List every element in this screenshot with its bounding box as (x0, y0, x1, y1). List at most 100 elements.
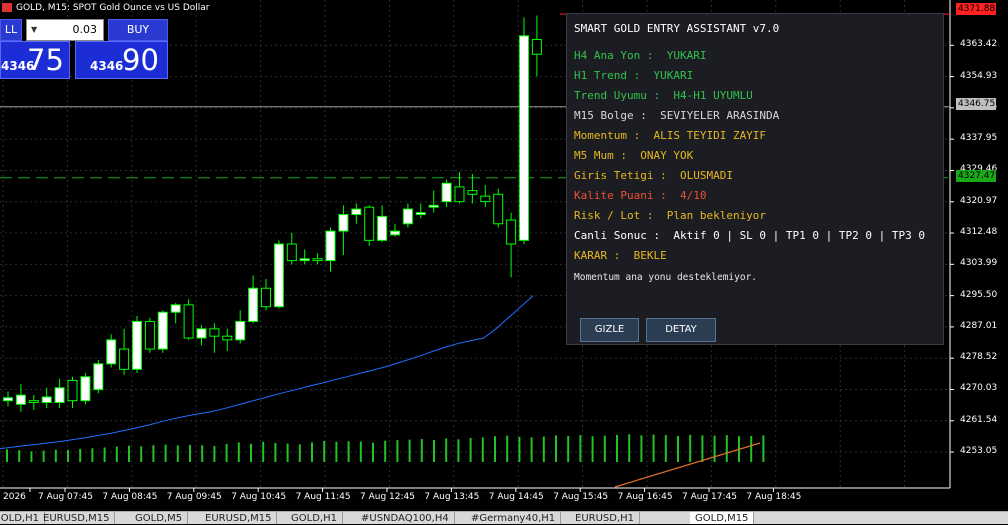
chart-title: GOLD, M15: SPOT Gold Ounce vs US Dollar (0, 0, 210, 16)
detail-button[interactable]: DETAY (646, 318, 716, 342)
buy-button[interactable]: BUY (108, 19, 168, 41)
candle-bullish (351, 208, 362, 216)
candle-bullish (428, 204, 439, 208)
chart-tabs-bar: GOLD,H1EURUSD,M15GOLD,M5EURUSD,M15GOLD,H… (0, 511, 1008, 524)
panel-title: SMART GOLD ENTRY ASSISTANT v7.0 (574, 22, 780, 35)
candle-bearish (493, 193, 504, 225)
row-decision: KARAR : BEKLE (574, 249, 667, 262)
price-axis-label: 4354.93 (960, 70, 998, 81)
price-axis-label: 4337.95 (960, 133, 998, 144)
time-axis-label: 7 Aug 12:45 (360, 492, 415, 502)
candle-bearish (67, 379, 78, 402)
chart-title-text: GOLD, M15: SPOT Gold Ounce vs US Dollar (16, 3, 210, 13)
candle-bearish (480, 195, 491, 203)
candle-bearish (467, 190, 478, 195)
price-axis-label: 4287.01 (960, 320, 998, 331)
time-axis-label: 7 Aug 10:45 (231, 492, 287, 502)
row-h4-direction: H4 Ana Yon : YUKARI (574, 49, 707, 62)
price-axis-label: 4261.54 (960, 414, 998, 425)
row-m15-zone: M15 Bolge : SEVIYELER ARASINDA (574, 109, 780, 122)
lot-size-field[interactable]: ▼ 0.03 (26, 19, 104, 41)
panel-note: Momentum ana yonu desteklemiyor. (574, 272, 758, 283)
candle-bullish (402, 208, 413, 225)
row-trend-alignment: Trend Uyumu : H4-H1 UYUMLU (574, 89, 753, 102)
time-axis-label: 7 Aug 18:45 (746, 492, 802, 502)
smart-gold-assistant-panel: SMART GOLD ENTRY ASSISTANT v7.0 H4 Ana Y… (566, 13, 944, 345)
chart-tab[interactable]: GOLD,H1 (286, 512, 343, 524)
chart-tab[interactable]: GOLD,M5 (130, 512, 189, 524)
chart-tab[interactable]: EURUSD,M15 (200, 512, 278, 524)
candle-bullish (132, 320, 142, 370)
price-axis-label: 4303.99 (960, 258, 998, 269)
lot-size-value: 0.03 (72, 23, 98, 36)
candle-bullish (80, 376, 91, 402)
candle-bearish (454, 186, 465, 203)
candle-bearish (261, 287, 271, 308)
chart-tab[interactable]: #Germany40,H1 (466, 512, 562, 524)
row-momentum: Momentum : ALIS TEYIDI ZAYIF (574, 129, 767, 142)
row-m5-candle: M5 Mum : ONAY YOK (574, 149, 694, 162)
candle-bullish (93, 363, 104, 391)
row-entry-trigger: Giris Tetigi : OLUSMADI (574, 169, 733, 182)
candle-bullish (338, 214, 349, 232)
row-h1-trend: H1 Trend : YUKARI (574, 69, 694, 82)
buy-price-prefix: 4346 (90, 59, 124, 73)
candle-bullish (325, 230, 336, 262)
time-axis-label: 7 Aug 14:45 (488, 492, 544, 502)
time-axis-label: 7 Aug 17:45 (682, 492, 737, 502)
row-quality-score: Kalite Puani : 4/10 (574, 189, 707, 202)
moving-average-line (0, 295, 534, 450)
price-tag-high: 4371.88 (956, 3, 996, 15)
candle-bullish (41, 396, 52, 404)
chart-tab[interactable]: GOLD,M15 (690, 512, 755, 524)
candle-bullish (415, 212, 426, 216)
price-tag-ask: 4346.75 (956, 98, 996, 110)
candle-bullish (106, 339, 117, 365)
time-axis-label: 7 Aug 09:45 (166, 492, 222, 502)
sell-button[interactable]: LL (0, 19, 22, 41)
time-axis-label: 7 Aug 16:45 (617, 492, 673, 502)
time-axis-label: 7 Aug 11:45 (295, 492, 351, 502)
price-axis-label: 4278.52 (960, 352, 998, 363)
chart-tab[interactable]: EURUSD,M15 (38, 512, 116, 524)
candle-bullish (3, 397, 13, 402)
candle-bullish (157, 311, 168, 350)
chart-tab[interactable]: #USNDAQ100,H4 (356, 512, 455, 524)
price-axis-label: 4295.50 (960, 289, 998, 300)
candle-bearish (144, 320, 155, 350)
lot-dropdown-icon[interactable]: ▼ (31, 20, 37, 40)
candle-bearish (531, 38, 542, 55)
time-axis-label: 2026 (3, 492, 26, 502)
time-axis-label: 7 Aug 07:45 (38, 492, 93, 502)
price-axis-label: 4270.03 (960, 383, 998, 394)
candle-bullish (390, 230, 400, 236)
row-risk-lot: Risk / Lot : Plan bekleniyor (574, 209, 767, 222)
candle-bullish (299, 258, 310, 262)
price-axis-label: 4312.48 (960, 227, 998, 238)
buy-price-box[interactable]: 4346 90 (75, 41, 168, 79)
time-axis-label: 7 Aug 08:45 (102, 492, 158, 502)
sell-price-box[interactable]: 4346 75 (0, 41, 70, 79)
candle-bullish (15, 394, 26, 405)
candle-bullish (196, 328, 207, 339)
price-axis-label: 4253.05 (960, 446, 998, 457)
candle-bearish (119, 348, 130, 370)
candle-bullish (377, 215, 388, 241)
buy-price-pips: 90 (122, 43, 159, 77)
price-axis-label: 4320.97 (960, 195, 998, 206)
hide-button[interactable]: GIZLE (580, 318, 639, 342)
candle-bullish (54, 387, 65, 404)
candle-bearish (209, 328, 220, 337)
candle-bearish (286, 243, 297, 262)
sell-price-pips: 75 (27, 43, 64, 77)
chart-tab[interactable]: EURUSD,H1 (570, 512, 641, 524)
candle-bearish (183, 304, 194, 339)
price-tag-bid: 4327.47 (956, 170, 996, 182)
candle-bearish (364, 206, 375, 241)
time-axis-label: 7 Aug 15:45 (553, 492, 609, 502)
candle-bullish (248, 287, 259, 322)
candle-bullish (519, 35, 529, 241)
candle-bearish (222, 335, 233, 341)
volume-trend-line (614, 442, 761, 488)
candle-bearish (506, 219, 517, 245)
